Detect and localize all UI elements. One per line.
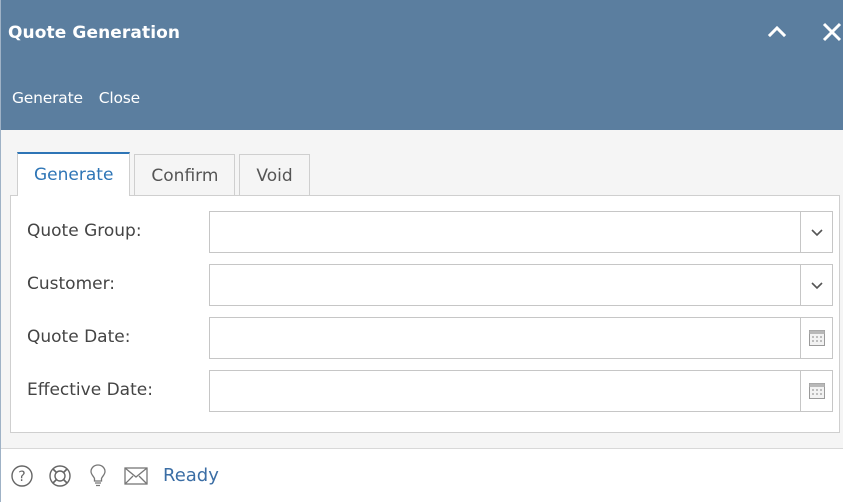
quote-group-combobox[interactable] [209,211,833,253]
close-window-button[interactable] [819,18,843,46]
customer-input[interactable] [210,265,794,305]
title-bar: Quote Generation [1,0,843,66]
effective-date-input[interactable] [210,371,794,411]
customer-combobox[interactable] [209,264,833,306]
support-button[interactable] [47,463,73,489]
effective-date-label: Effective Date: [27,380,153,400]
tab-void[interactable]: Void [239,154,310,196]
quote-date-label: Quote Date: [27,327,131,347]
content-area: Generate Confirm Void Quote Group: Custo… [1,130,843,448]
message-button[interactable] [123,463,149,489]
quote-date-row: Quote Date: [11,317,839,359]
chevron-down-icon [810,229,823,237]
quote-group-row: Quote Group: [11,211,839,253]
effective-date-row: Effective Date: [11,370,839,412]
close-button[interactable]: Close [97,83,148,113]
status-text: Ready [163,465,219,486]
quote-group-input[interactable] [210,212,794,252]
generate-button[interactable]: Generate [10,83,91,113]
help-button[interactable]: ? [9,463,35,489]
mail-icon [124,466,148,485]
quote-group-dropdown-button[interactable] [800,212,832,252]
collapse-button[interactable] [765,18,789,46]
effective-date-field[interactable] [209,370,833,412]
generate-panel: Quote Group: Customer: Quote Date: Effec… [10,195,840,433]
toolbar: Generate Close [1,66,843,130]
quote-date-picker-button[interactable] [800,318,832,358]
chevron-down-icon [810,282,823,290]
quote-date-field[interactable] [209,317,833,359]
window-title: Quote Generation [8,23,181,43]
status-bar: ? Ready [1,448,843,502]
quote-generation-window: Quote Generation Generate Close Generate… [0,0,843,502]
effective-date-picker-button[interactable] [800,371,832,411]
idea-button[interactable] [85,463,111,489]
quote-date-input[interactable] [210,318,794,358]
tab-confirm[interactable]: Confirm [134,154,236,196]
tab-strip: Generate Confirm Void [17,152,314,196]
customer-label: Customer: [27,274,116,294]
lightbulb-icon [90,463,106,486]
calendar-icon [808,383,825,399]
calendar-icon [808,330,825,346]
close-icon [822,22,842,42]
chevron-up-icon [767,25,787,38]
customer-dropdown-button[interactable] [800,265,832,305]
tab-generate[interactable]: Generate [17,152,131,196]
customer-row: Customer: [11,264,839,306]
quote-group-label: Quote Group: [27,221,142,241]
support-icon [49,464,71,487]
help-icon: ? [11,464,33,487]
svg-text:?: ? [18,469,25,485]
